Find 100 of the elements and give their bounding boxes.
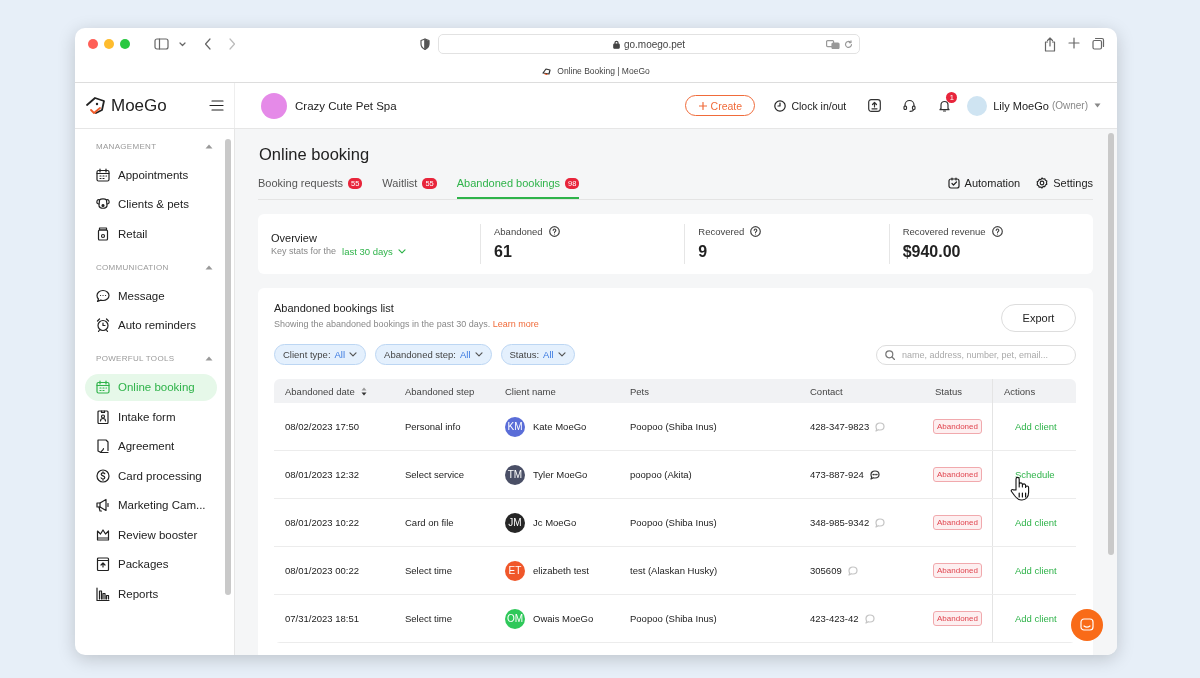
section-heading: POWERFUL TOOLS bbox=[96, 354, 175, 363]
sidebar-item[interactable]: Review booster bbox=[85, 521, 217, 548]
table-cell-text: Select service bbox=[404, 469, 466, 480]
zoom-button[interactable] bbox=[120, 39, 130, 49]
filter-dropdown[interactable]: Abandoned step: All bbox=[375, 344, 492, 365]
contact-phone: 423-423-42 bbox=[810, 613, 859, 624]
export-button[interactable]: Export bbox=[1001, 304, 1076, 332]
search-field[interactable]: name, address, number, pet, email... bbox=[876, 344, 1076, 365]
chevron-down-icon bbox=[474, 352, 483, 357]
user-menu[interactable]: Lily MoeGo (Owner) bbox=[967, 95, 1101, 116]
sidebar-item[interactable]: Reports bbox=[85, 580, 217, 607]
table-cell-text: 08/01/2023 10:22 bbox=[284, 517, 360, 528]
crown-icon bbox=[96, 527, 110, 542]
forward-icon[interactable] bbox=[228, 38, 236, 50]
chevron-down-icon bbox=[557, 352, 566, 357]
hand-cursor-icon bbox=[1010, 476, 1030, 502]
scrollbar[interactable] bbox=[1108, 133, 1114, 555]
business-name[interactable]: Crazy Cute Pet Spa bbox=[295, 99, 397, 112]
sort-icon[interactable] bbox=[360, 386, 367, 396]
share-icon[interactable] bbox=[1044, 36, 1056, 52]
collapse-caret-icon[interactable] bbox=[205, 264, 213, 270]
id-card-icon bbox=[96, 409, 110, 424]
bell-icon[interactable] bbox=[938, 99, 952, 112]
gear-icon bbox=[1036, 177, 1049, 189]
collapse-caret-icon[interactable] bbox=[205, 356, 213, 361]
table-cell-text: Poopoo (Shiba Inus) bbox=[629, 421, 718, 432]
user-name: Lily MoeGo bbox=[993, 99, 1049, 112]
page-title: Online booking bbox=[259, 145, 371, 164]
jar-icon bbox=[96, 226, 110, 241]
settings-button[interactable]: Settings bbox=[1036, 177, 1093, 199]
url-text: go.moego.pet bbox=[623, 38, 686, 50]
section-heading: COMMUNICATION bbox=[96, 262, 169, 272]
help-icon[interactable] bbox=[750, 225, 762, 237]
chevron-down-icon bbox=[349, 352, 358, 357]
stat-value: $940.00 bbox=[902, 243, 962, 261]
client-avatar: TM bbox=[505, 464, 525, 485]
status-badge: Abandoned bbox=[933, 611, 982, 626]
contact-phone: 473-887-924 bbox=[810, 469, 864, 480]
client-name: Kate MoeGo bbox=[533, 421, 587, 432]
collapse-caret-icon[interactable] bbox=[205, 143, 213, 149]
sidebar-item[interactable]: Message bbox=[85, 282, 217, 309]
translate-icon[interactable] bbox=[826, 39, 840, 49]
headset-icon[interactable] bbox=[903, 99, 917, 112]
sidebar-item[interactable]: Retail bbox=[85, 220, 217, 247]
client-avatar: JM bbox=[505, 512, 525, 533]
automation-button[interactable]: Automation bbox=[947, 177, 1021, 199]
table-cell-text: Personal info bbox=[404, 421, 462, 432]
upload-icon[interactable] bbox=[868, 99, 882, 112]
client-name: elizabeth test bbox=[533, 565, 589, 576]
column-header: Actions bbox=[992, 379, 1076, 403]
list-description: Showing the abandoned bookings in the past 30 days. Learn more bbox=[274, 319, 539, 329]
client-avatar: ET bbox=[505, 560, 525, 581]
scrollbar[interactable] bbox=[225, 139, 231, 595]
sidebar-item[interactable]: Auto reminders bbox=[85, 311, 217, 339]
dog-face-icon bbox=[96, 197, 110, 211]
table-cell-text: Poopoo (Shiba Inus) bbox=[629, 613, 718, 624]
address-field[interactable]: go.moego.pet bbox=[438, 34, 860, 54]
status-badge: Abandoned bbox=[933, 419, 982, 434]
sidebar-item[interactable]: Agreement bbox=[85, 432, 217, 460]
help-icon[interactable] bbox=[548, 225, 560, 237]
section-heading: MANAGEMENT bbox=[96, 141, 157, 151]
stat-value: 61 bbox=[494, 243, 513, 261]
user-role: (Owner) bbox=[1051, 100, 1088, 111]
back-icon[interactable] bbox=[204, 38, 212, 50]
new-tab-icon[interactable] bbox=[1068, 36, 1080, 49]
automation-icon bbox=[947, 177, 960, 189]
chat-bubble-icon[interactable] bbox=[869, 469, 880, 480]
sidebar-item[interactable]: Card processing bbox=[85, 462, 217, 489]
reload-icon[interactable] bbox=[844, 39, 853, 49]
chevron-down-icon[interactable] bbox=[179, 41, 186, 47]
contact-phone: 305609 bbox=[810, 565, 842, 576]
status-badge: Abandoned bbox=[933, 515, 982, 530]
package-icon bbox=[96, 557, 110, 571]
table-cell-text: Card on file bbox=[404, 517, 455, 528]
column-header: Abandoned step bbox=[404, 385, 476, 397]
sidebar-item[interactable]: Clients & pets bbox=[85, 190, 217, 218]
sidebar-item[interactable]: Packages bbox=[85, 550, 217, 578]
brand-logo[interactable]: MoeGo bbox=[111, 95, 167, 116]
menu-icon[interactable] bbox=[209, 100, 224, 111]
shield-icon[interactable] bbox=[420, 38, 430, 50]
sidebar-item[interactable]: Marketing Cam... bbox=[85, 491, 217, 519]
table-cell-text: Poopoo (Shiba Inus) bbox=[629, 517, 718, 528]
tab-title[interactable]: Online Booking | MoeGo bbox=[557, 66, 650, 76]
column-header: Pets bbox=[629, 385, 650, 397]
overview-subtitle: Key stats for the bbox=[271, 246, 337, 256]
column-header: Status bbox=[934, 385, 963, 397]
sidebar-item[interactable]: Appointments bbox=[85, 161, 217, 188]
close-button[interactable] bbox=[88, 39, 98, 49]
filter-dropdown[interactable]: Client type: All bbox=[274, 344, 367, 365]
tabs-overview-icon[interactable] bbox=[1092, 36, 1105, 50]
megaphone-icon bbox=[96, 498, 110, 512]
stat-label: Abandoned bbox=[494, 225, 543, 237]
filter-dropdown[interactable]: Status: All bbox=[500, 344, 575, 365]
clock-in-out-button[interactable]: Clock in/out bbox=[774, 99, 847, 112]
sidebar-toggle-icon[interactable] bbox=[154, 38, 169, 50]
sidebar-item[interactable]: Intake form bbox=[85, 403, 217, 430]
column-header: Client name bbox=[504, 385, 557, 397]
help-icon[interactable] bbox=[991, 225, 1003, 237]
table-cell-text: 08/02/2023 17:50 bbox=[284, 421, 360, 432]
user-avatar bbox=[967, 95, 988, 116]
